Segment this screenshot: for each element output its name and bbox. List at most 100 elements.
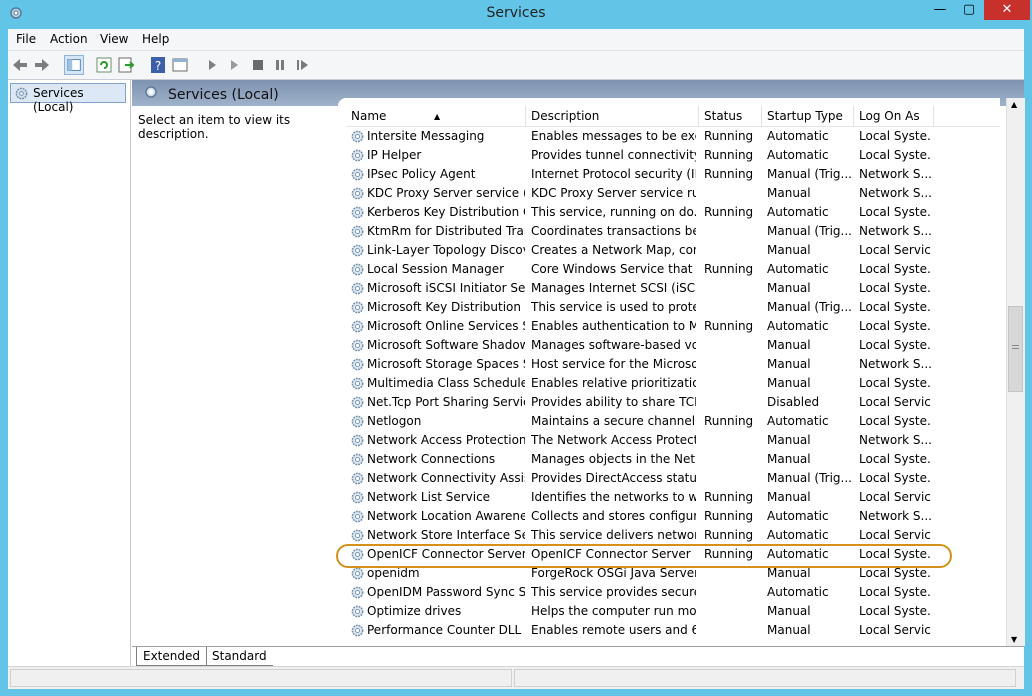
table-row[interactable]: Link-Layer Topology Discov... Creates a N… — [346, 241, 1000, 260]
service-description: Provides tunnel connectivity... — [531, 148, 696, 162]
pause-service-icon[interactable] — [270, 55, 290, 75]
table-row[interactable]: Netlogon Maintains a secure channel ... Ru… — [346, 412, 1000, 431]
service-gear-icon — [350, 471, 365, 486]
service-status: Running — [704, 262, 754, 276]
tab-extended[interactable]: Extended — [136, 647, 207, 666]
column-header-description[interactable]: Description — [526, 106, 699, 126]
service-name: Microsoft Storage Spaces S... — [367, 357, 525, 371]
table-row[interactable]: Microsoft iSCSI Initiator Ser... Manages … — [346, 279, 1000, 298]
column-header-status[interactable]: Status — [699, 106, 762, 126]
table-row[interactable]: Microsoft Key Distribution S... This serv… — [346, 298, 1000, 317]
menu-view[interactable]: View — [100, 32, 128, 46]
service-name: Network List Service — [367, 490, 491, 504]
service-status — [704, 241, 762, 260]
table-row[interactable]: Optimize drives Helps the computer run mo… — [346, 602, 1000, 621]
start-service-params-icon[interactable] — [224, 55, 244, 75]
service-log-on-as: Local Syste... — [859, 414, 931, 428]
show-hide-console-tree-icon[interactable] — [64, 55, 84, 75]
table-row[interactable]: KDC Proxy Server service (K... KDC Proxy … — [346, 184, 1000, 203]
table-row[interactable]: KtmRm for Distributed Tran... Coordinates… — [346, 222, 1000, 241]
stop-service-icon[interactable] — [248, 55, 268, 75]
tree-item-services-local[interactable]: Services (Local) — [10, 83, 126, 114]
service-name: Intersite Messaging — [367, 129, 485, 143]
table-row[interactable]: Microsoft Online Services Si... Enables a… — [346, 317, 1000, 336]
service-startup-type: Automatic — [767, 528, 829, 542]
service-description: This service provides secure ... — [531, 585, 696, 599]
table-row[interactable]: Microsoft Storage Spaces S... Host servic… — [346, 355, 1000, 374]
service-startup-type: Manual — [767, 186, 811, 200]
table-row[interactable]: IPsec Policy Agent Internet Protocol secu… — [346, 165, 1000, 184]
minimize-button[interactable]: — — [926, 0, 954, 20]
export-list-icon[interactable] — [116, 55, 136, 75]
column-header-startup-type[interactable]: Startup Type — [762, 106, 854, 126]
tab-standard[interactable]: Standard — [206, 647, 273, 666]
menu-file[interactable]: File — [16, 32, 36, 46]
scroll-up-icon[interactable]: ▲ — [1011, 100, 1017, 109]
table-row[interactable]: Network Access Protection ... The Network… — [346, 431, 1000, 450]
menu-help[interactable]: Help — [142, 32, 169, 46]
service-name: Net.Tcp Port Sharing Service — [367, 395, 525, 409]
service-log-on-as: Network S... — [859, 433, 931, 447]
column-header-name[interactable]: Name ▲ — [346, 106, 526, 126]
restart-service-icon[interactable] — [292, 55, 312, 75]
column-header-log-on-as[interactable]: Log On As — [854, 106, 934, 126]
service-name: KtmRm for Distributed Tran... — [367, 224, 525, 238]
service-gear-icon — [350, 300, 365, 315]
service-status — [704, 583, 762, 602]
scroll-down-icon[interactable]: ▼ — [1011, 635, 1017, 644]
close-button[interactable]: ✕ — [984, 0, 1030, 20]
table-row[interactable]: IP Helper Provides tunnel connectivity...… — [346, 146, 1000, 165]
service-name: Network Store Interface Ser... — [367, 528, 525, 542]
service-name: Network Access Protection ... — [367, 433, 525, 447]
table-row[interactable]: Network Connections Manages objects in th… — [346, 450, 1000, 469]
scroll-thumb[interactable] — [1008, 306, 1023, 392]
table-row[interactable]: Network Location Awareness Collects and s… — [346, 507, 1000, 526]
service-status: Running — [704, 319, 754, 333]
refresh-icon[interactable] — [94, 55, 114, 75]
service-name: Local Session Manager — [367, 262, 505, 276]
service-startup-type: Manual — [767, 338, 811, 352]
service-startup-type: Manual (Trig... — [767, 471, 852, 485]
table-row[interactable]: Performance Counter DLL ... Enables remot… — [346, 621, 1000, 640]
services-window: Services — ▢ ✕ File Action View Help ? S… — [0, 0, 1032, 696]
service-log-on-as: Local Service — [859, 243, 931, 257]
list-header: Name ▲ Description Status Startup Type L… — [346, 106, 1000, 127]
properties-icon[interactable] — [170, 55, 190, 75]
table-row[interactable]: Multimedia Class Scheduler Enables relati… — [346, 374, 1000, 393]
table-row[interactable]: Network List Service Identifies the netwo… — [346, 488, 1000, 507]
console-tree: Services (Local) — [8, 80, 131, 666]
back-icon[interactable] — [10, 55, 30, 75]
service-status: Running — [704, 528, 754, 542]
service-log-on-as: Local Syste... — [859, 452, 931, 466]
service-status — [704, 374, 762, 393]
service-description: Manages software-based vol... — [531, 338, 696, 352]
forward-icon[interactable] — [32, 55, 52, 75]
service-name: Multimedia Class Scheduler — [367, 376, 525, 390]
help-icon[interactable]: ? — [148, 55, 168, 75]
table-row[interactable]: Intersite Messaging Enables messages to b… — [346, 127, 1000, 146]
service-gear-icon — [350, 528, 365, 543]
menu-action[interactable]: Action — [50, 32, 88, 46]
table-row[interactable]: OpenIDM Password Sync Se... This service … — [346, 583, 1000, 602]
start-service-icon[interactable] — [202, 55, 222, 75]
service-name: IPsec Policy Agent — [367, 167, 476, 181]
table-row[interactable]: Kerberos Key Distribution C... This servi… — [346, 203, 1000, 222]
service-description: Collects and stores configur... — [531, 509, 696, 523]
service-status — [704, 184, 762, 203]
table-row[interactable]: Local Session Manager Core Windows Servic… — [346, 260, 1000, 279]
service-status — [704, 279, 762, 298]
table-row[interactable]: Network Store Interface Ser... This servi… — [346, 526, 1000, 545]
service-startup-type: Automatic — [767, 148, 829, 162]
service-log-on-as: Local Syste... — [859, 376, 931, 390]
maximize-button[interactable]: ▢ — [955, 0, 983, 20]
services-pane: Services (Local) Select an item to view … — [132, 80, 1024, 666]
service-description: Host service for the Microsof... — [531, 357, 696, 371]
table-row[interactable]: Network Connectivity Assis... Provides Di… — [346, 469, 1000, 488]
service-description: Enables relative prioritization... — [531, 376, 696, 390]
table-row[interactable]: Microsoft Software Shadow... Manages soft… — [346, 336, 1000, 355]
service-description: KDC Proxy Server service run... — [531, 186, 696, 200]
service-gear-icon — [350, 224, 365, 239]
vertical-scrollbar[interactable]: ▲ ▼ — [1006, 98, 1025, 646]
table-row[interactable]: Net.Tcp Port Sharing Service Provides abi… — [346, 393, 1000, 412]
service-startup-type: Manual — [767, 490, 811, 504]
